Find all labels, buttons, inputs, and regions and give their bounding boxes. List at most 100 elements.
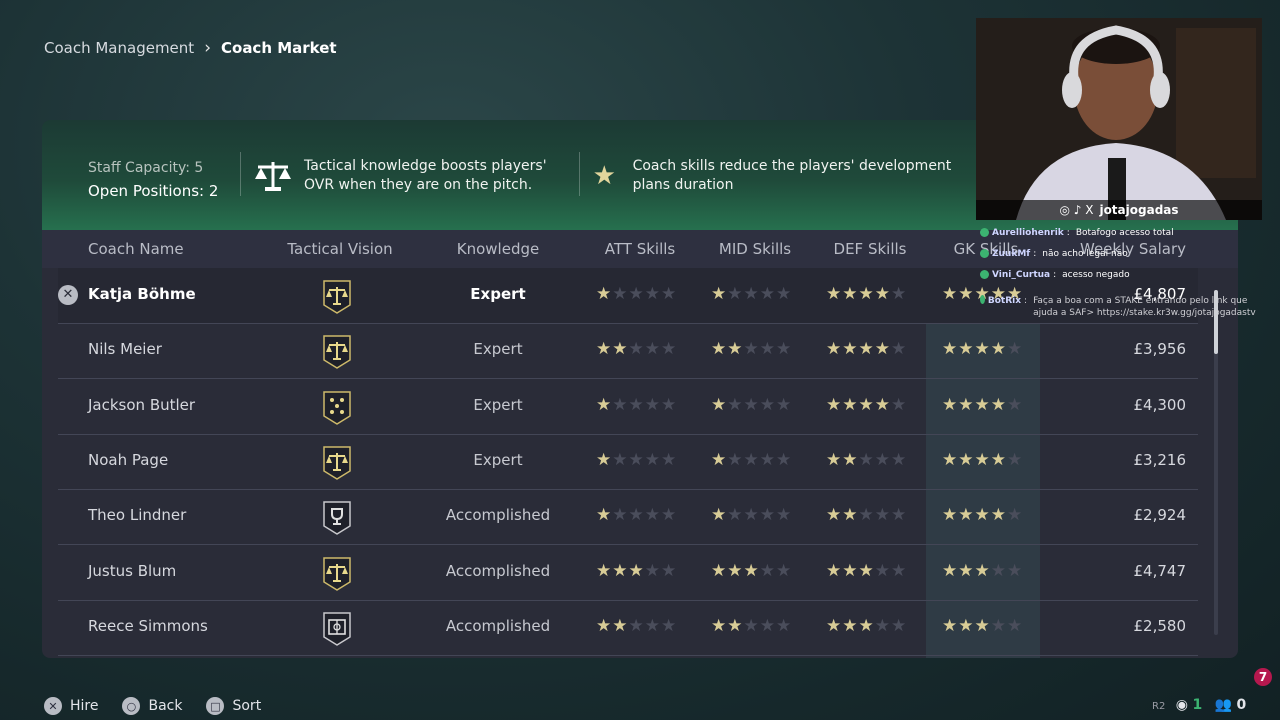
col-mid-skills[interactable]: MID Skills bbox=[719, 240, 791, 258]
att-skill-stars: ★★★★★ bbox=[596, 449, 678, 470]
coach-row[interactable]: Nils Meier Expert ★★★★★ ★★★★★ ★★★★★ ★★★★★ £3,9… bbox=[58, 323, 1198, 380]
mid-skill-stars: ★★★★★ bbox=[711, 394, 793, 415]
mid-skill-stars: ★★★★★ bbox=[711, 284, 793, 304]
badge-icon bbox=[980, 270, 989, 279]
col-coach-name[interactable]: Coach Name bbox=[88, 240, 184, 258]
coach-row[interactable]: Reece Simmons Accomplished ★★★★★ ★★★★★ ★★★★★… bbox=[58, 600, 1198, 656]
tactical-tip-text: Tactical knowledge boosts players' OVR w… bbox=[304, 158, 547, 193]
att-skill-stars: ★★★★★ bbox=[596, 615, 678, 636]
hire-button[interactable]: ✕ Hire bbox=[44, 697, 98, 715]
chat-message: ZuukMf: não acho legal não bbox=[980, 243, 1270, 264]
scales-icon bbox=[321, 443, 353, 485]
badge-icon bbox=[980, 249, 989, 258]
coach-knowledge: Accomplished bbox=[445, 616, 551, 635]
def-skill-stars: ★★★★★ bbox=[826, 394, 908, 415]
coach-row[interactable]: Jackson Butler Expert ★★★★★ ★★★★★ ★★★★★ ★★★★★… bbox=[58, 379, 1198, 435]
formation-icon bbox=[321, 388, 353, 430]
open-positions: Open Positions: 2 bbox=[88, 182, 219, 200]
hire-label: Hire bbox=[70, 698, 99, 714]
col-att-skills[interactable]: ATT Skills bbox=[605, 240, 675, 258]
stream-stats: R2 ◉ 1 👥 0 bbox=[1152, 697, 1246, 713]
chat-user: BotRix bbox=[987, 296, 1022, 306]
def-skill-stars: ★★★★★ bbox=[826, 339, 908, 360]
coach-name: Justus Blum bbox=[88, 561, 177, 580]
chat-user: ZuukMf bbox=[992, 248, 1031, 259]
chat-user: Aurelliohenrik bbox=[992, 227, 1064, 238]
gk-skill-stars: ★★★★★ bbox=[942, 394, 1024, 415]
staff-capacity: Staff Capacity: 5 bbox=[88, 160, 204, 176]
gk-skill-stars: ★★★★★ bbox=[942, 339, 1024, 360]
chat-text: não acho legal não bbox=[1042, 248, 1128, 259]
def-skill-stars: ★★★★★ bbox=[826, 284, 908, 304]
att-skill-stars: ★★★★★ bbox=[596, 339, 678, 360]
chat-user: Vini_Curtua bbox=[992, 269, 1051, 280]
follower-count: 0 bbox=[1236, 697, 1247, 713]
gk-skill-stars: ★★★★★ bbox=[942, 449, 1024, 470]
breadcrumb: Coach Management › Coach Market bbox=[44, 38, 337, 58]
coach-row[interactable]: Justus Blum Accomplished ★★★★★ ★★★★★ ★★★★★ ★★… bbox=[58, 545, 1198, 601]
chevron-right-icon: › bbox=[204, 38, 211, 58]
att-skill-stars: ★★★★★ bbox=[596, 284, 678, 304]
coach-row[interactable]: Noah Page Expert ★★★★★ ★★★★★ ★★★★★ ★★★★★ £3,21… bbox=[58, 434, 1198, 490]
footer-controls: ✕ Hire ○ Back □ Sort bbox=[44, 697, 261, 715]
def-skill-stars: ★★★★★ bbox=[826, 615, 908, 636]
coach-salary: £2,580 bbox=[1133, 616, 1187, 635]
mid-skill-stars: ★★★★★ bbox=[711, 560, 793, 581]
mid-skill-stars: ★★★★★ bbox=[711, 339, 793, 360]
scrollbar[interactable] bbox=[1214, 290, 1218, 635]
col-knowledge[interactable]: Knowledge bbox=[457, 240, 539, 258]
scales-icon bbox=[254, 159, 292, 193]
tactical-tip: Tactical knowledge boosts players' OVR w… bbox=[254, 157, 554, 195]
back-button[interactable]: ○ Back bbox=[122, 697, 182, 715]
eye-icon: ◉ bbox=[1175, 697, 1188, 713]
chat-text: acesso negado bbox=[1062, 269, 1130, 280]
def-skill-stars: ★★★★★ bbox=[826, 449, 908, 470]
coach-knowledge: Expert bbox=[473, 340, 523, 359]
circle-button-icon: ○ bbox=[122, 697, 141, 715]
att-skill-stars: ★★★★★ bbox=[596, 560, 678, 581]
notification-badge[interactable]: 7 bbox=[1254, 668, 1272, 686]
users-icon: 👥 bbox=[1214, 697, 1233, 713]
coach-row[interactable]: Theo Lindner Accomplished ★★★★★ ★★★★★ ★★★★★ ★… bbox=[58, 489, 1198, 546]
scales-icon bbox=[321, 332, 353, 374]
pitch-icon bbox=[321, 609, 353, 651]
streamer-silhouette bbox=[976, 18, 1262, 220]
def-skill-stars: ★★★★★ bbox=[826, 505, 908, 526]
r2-icon: R2 bbox=[1152, 701, 1166, 712]
handle-text: jotajogadas bbox=[1099, 203, 1179, 217]
webcam-overlay: ◎ ♪ X jotajogadas bbox=[976, 18, 1262, 220]
staff-info: Staff Capacity: 5 Open Positions: 2 bbox=[88, 160, 218, 200]
stream-chat: Aurelliohenrik: Botafogo acesso total Zuuk… bbox=[980, 222, 1270, 319]
def-skill-stars: ★★★★★ bbox=[826, 560, 908, 581]
divider bbox=[579, 152, 580, 196]
chat-text: Faça a boa com a STAKE entrando pelo lin… bbox=[1033, 296, 1256, 318]
skills-tip-text: Coach skills reduce the players' develop… bbox=[632, 158, 952, 193]
coach-knowledge: Expert bbox=[473, 395, 523, 414]
att-skill-stars: ★★★★★ bbox=[596, 505, 678, 526]
chat-message: Aurelliohenrik: Botafogo acesso total bbox=[980, 222, 1270, 243]
col-def-skills[interactable]: DEF Skills bbox=[834, 240, 907, 258]
badge-icon bbox=[980, 295, 985, 304]
coach-salary: £4,300 bbox=[1133, 395, 1187, 414]
cross-button-icon: ✕ bbox=[44, 697, 62, 715]
coach-name: Jackson Butler bbox=[88, 395, 196, 414]
skills-tip: ★ Coach skills reduce the players' devel… bbox=[588, 157, 978, 195]
chat-text: Botafogo acesso total bbox=[1075, 227, 1174, 238]
gk-skill-stars: ★★★★★ bbox=[942, 560, 1024, 581]
att-skill-stars: ★★★★★ bbox=[596, 394, 678, 415]
coach-salary: £3,956 bbox=[1133, 340, 1187, 359]
star-icon: ★ bbox=[592, 161, 616, 191]
coach-name: Reece Simmons bbox=[88, 616, 208, 635]
sort-button[interactable]: □ Sort bbox=[206, 697, 261, 715]
chat-message: Vini_Curtua: acesso negado bbox=[980, 264, 1270, 285]
gk-skill-stars: ★★★★★ bbox=[942, 505, 1024, 526]
breadcrumb-parent[interactable]: Coach Management bbox=[44, 39, 194, 57]
chat-message: BotRix: Faça a boa com a STAKE entrando p… bbox=[980, 295, 1270, 319]
col-tactical-vision[interactable]: Tactical Vision bbox=[287, 240, 392, 258]
badge-icon bbox=[980, 228, 989, 237]
coach-name: Theo Lindner bbox=[88, 506, 187, 525]
coach-salary: £4,747 bbox=[1133, 561, 1187, 580]
coach-name: Noah Page bbox=[88, 450, 169, 469]
gk-skill-stars: ★★★★★ bbox=[942, 615, 1024, 636]
close-icon[interactable]: ✕ bbox=[58, 285, 78, 305]
